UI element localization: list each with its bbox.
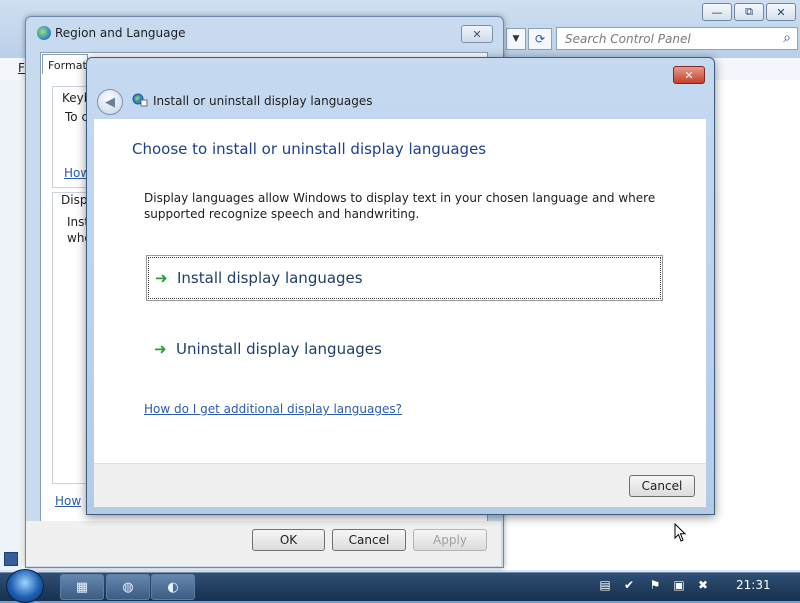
taskbar-button-control-panel[interactable]: ▦ — [60, 574, 104, 600]
volume-muted-icon[interactable]: ✖ — [696, 578, 710, 592]
green-arrow-icon: ➜ — [155, 269, 168, 287]
search-input[interactable] — [563, 30, 772, 48]
address-dropdown-button[interactable]: ▼ — [506, 28, 526, 50]
dialog-footer — [94, 463, 706, 507]
region-help-link[interactable]: How — [55, 494, 81, 508]
uninstall-display-languages-label: Uninstall display languages — [176, 340, 382, 358]
install-display-languages-button[interactable]: ➜ Install display languages — [146, 255, 663, 301]
green-arrow-icon: ➜ — [154, 340, 167, 358]
search-box[interactable]: ⌕ — [556, 27, 798, 50]
taskbar-clock[interactable]: 21:31 — [736, 578, 771, 592]
close-icon: ✕ — [776, 5, 786, 19]
uninstall-display-languages-button[interactable]: ➜ Uninstall display languages — [146, 326, 663, 372]
close-icon: ✕ — [472, 27, 482, 41]
ok-button[interactable]: OK — [252, 529, 325, 551]
globe-icon: ◍ — [122, 579, 134, 595]
mouse-cursor-icon — [674, 523, 687, 542]
additional-languages-help-link[interactable]: How do I get additional display language… — [144, 402, 402, 416]
back-button[interactable]: ◀ — [97, 89, 123, 115]
region-close-button[interactable]: ✕ — [461, 25, 493, 43]
languages-icon — [132, 93, 148, 107]
document-icon[interactable]: ▤ — [598, 578, 612, 592]
back-arrow-icon: ◀ — [105, 94, 115, 110]
control-panel-icon: ▦ — [75, 579, 89, 595]
dialog-description: Display languages allow Windows to displ… — [144, 191, 656, 221]
maximize-button[interactable]: ⧉ — [734, 3, 764, 21]
taskbar-button-languages[interactable]: ◐ — [151, 574, 195, 600]
control-panel-item-icon — [4, 552, 18, 566]
close-icon: ✕ — [684, 68, 694, 82]
minimize-icon: — — [711, 5, 723, 19]
network-icon[interactable]: ▣ — [672, 578, 686, 592]
flag-icon[interactable]: ⚑ — [648, 578, 662, 592]
taskbar-button-region[interactable]: ◍ — [106, 574, 150, 600]
dialog-cancel-button[interactable]: Cancel — [629, 475, 695, 497]
chevron-down-icon: ▼ — [512, 34, 520, 44]
navigation-pane — [0, 80, 22, 570]
tab-formats[interactable]: Formats — [42, 54, 93, 74]
start-button[interactable] — [6, 569, 44, 603]
apply-button[interactable]: Apply — [413, 529, 487, 551]
region-window-title: Region and Language — [55, 26, 186, 40]
dialog-title: Install or uninstall display languages — [153, 94, 373, 108]
close-button[interactable]: ✕ — [766, 3, 796, 21]
refresh-button[interactable]: ⟳ — [528, 28, 552, 50]
globe-icon — [37, 26, 51, 40]
dialog-close-button[interactable]: ✕ — [673, 66, 705, 84]
search-icon[interactable]: ⌕ — [783, 30, 791, 46]
region-cancel-button[interactable]: Cancel — [332, 529, 406, 551]
dialog-heading: Choose to install or uninstall display l… — [132, 140, 487, 158]
refresh-icon: ⟳ — [534, 32, 546, 46]
languages-icon: ◐ — [167, 579, 179, 595]
keyboards-description: To c — [65, 110, 89, 124]
minimize-button[interactable]: — — [702, 3, 732, 21]
menu-file[interactable]: F — [18, 61, 25, 75]
action-center-icon[interactable]: ✔ — [622, 578, 636, 592]
restore-icon: ⧉ — [745, 5, 753, 18]
install-display-languages-label: Install display languages — [177, 269, 363, 287]
